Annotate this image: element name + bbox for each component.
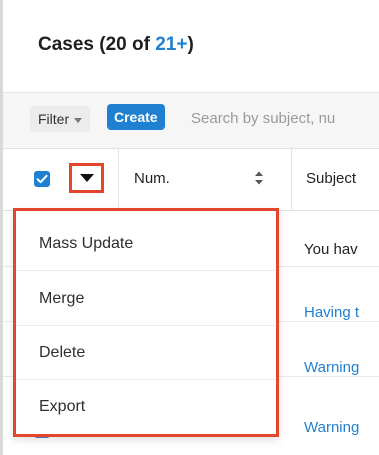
search-input[interactable] [191,103,379,133]
caret-down-icon [74,117,83,123]
select-all-checkbox[interactable] [34,171,50,187]
menu-item-label: Export [39,398,86,415]
menu-item-mass-update[interactable]: Mass Update [16,217,276,271]
column-divider [118,149,119,210]
menu-item-label: Delete [39,343,86,361]
table-header-row: Num. Subject [3,149,379,211]
row-subject-link[interactable]: Having t [304,304,359,321]
menu-item-label: Mass Update [39,234,134,252]
actions-dropdown-toggle[interactable] [69,163,104,193]
menu-item-label: Merge [39,289,85,307]
row-subject-link[interactable]: Warning [304,419,359,436]
menu-item-delete[interactable]: Delete [16,326,276,380]
row-subject-link[interactable]: Warning [304,359,359,376]
menu-item-export[interactable]: Export [16,380,276,434]
record-count-prefix: (20 of [99,34,156,55]
checkbox-checked-icon [36,174,48,184]
page-title: Cases (20 of 21+) [38,34,194,56]
caret-down-icon [79,174,94,182]
filter-label: Filter [38,111,70,127]
column-divider [291,149,292,210]
row-subject: You hav [304,241,358,258]
record-count-suffix: ) [187,34,194,55]
list-header: Cases (20 of 21+) [3,0,379,93]
sort-icon[interactable] [254,170,264,186]
actions-menu: Mass Update Merge Delete Export [13,208,279,437]
column-header-num[interactable]: Num. [134,170,170,187]
menu-item-merge[interactable]: Merge [16,272,276,326]
column-header-subject[interactable]: Subject [306,170,356,187]
filter-toolbar: Filter Create [3,93,379,149]
create-button[interactable]: Create [107,104,165,130]
record-count-link[interactable]: 21+ [155,34,187,55]
title-text: Cases [38,34,94,55]
create-label: Create [114,109,158,125]
filter-button[interactable]: Filter [30,106,91,132]
